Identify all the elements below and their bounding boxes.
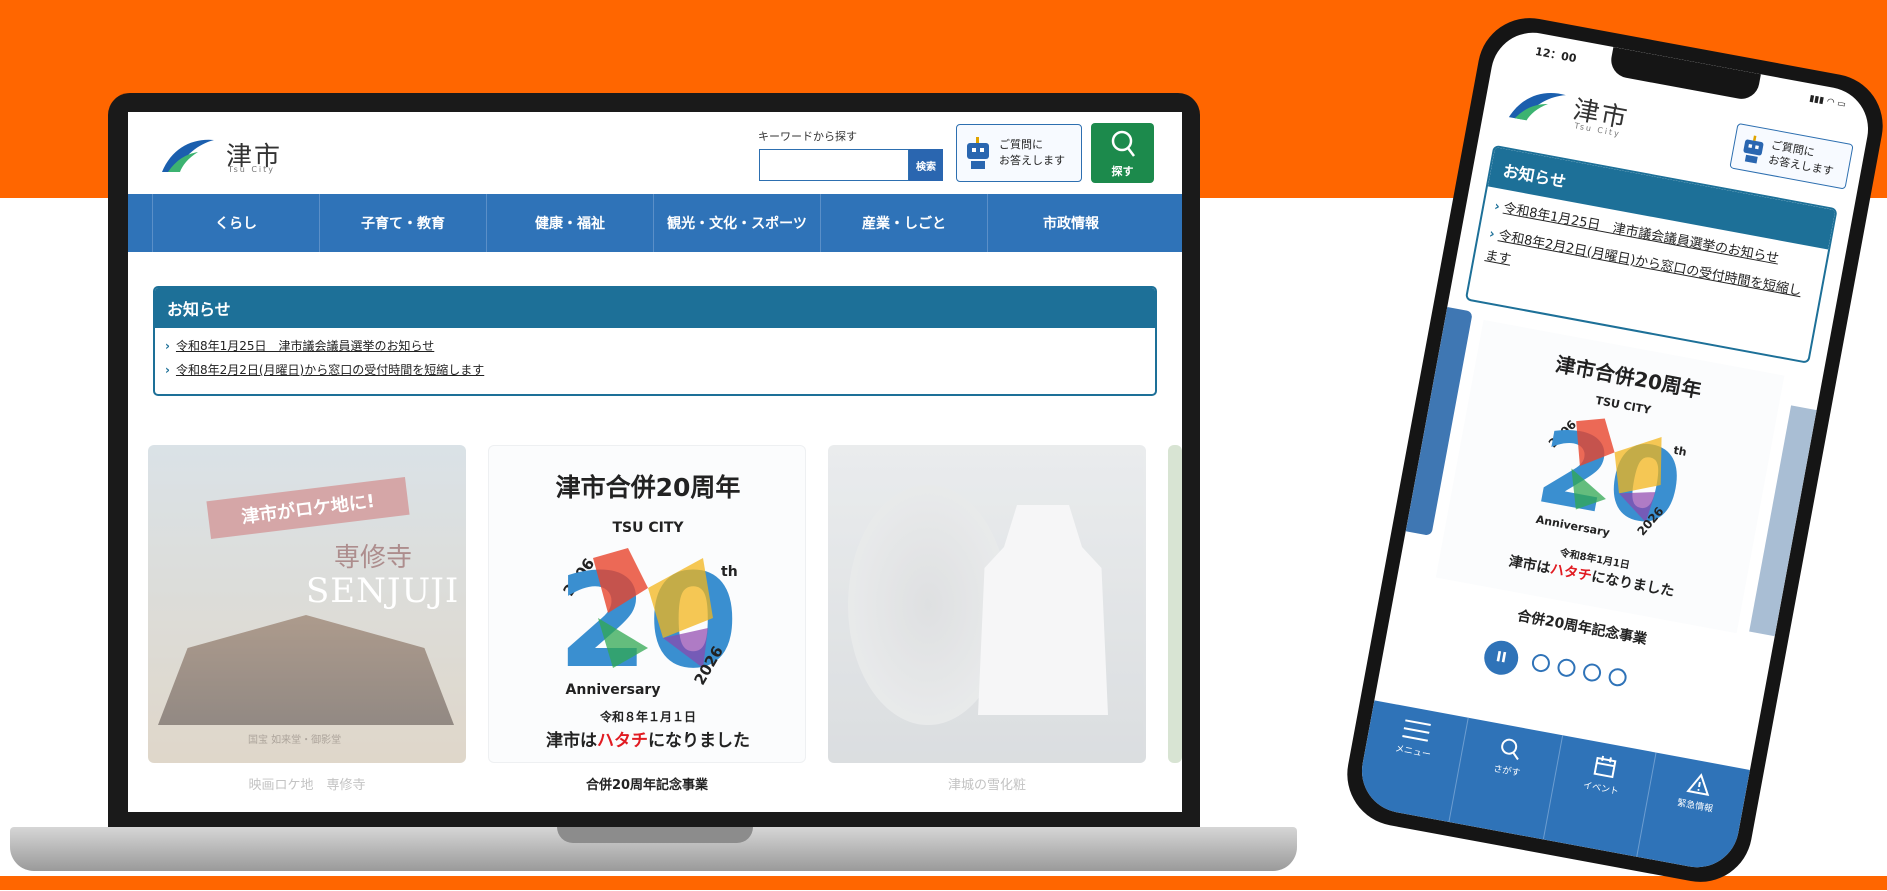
anniversary-20th-logo: TSU CITY 2006 20 th 2026 Anniversary [1529,394,1691,551]
robot-icon [1743,135,1764,164]
tab-search-label: さがす [1492,764,1521,780]
search-icon [1111,130,1135,157]
tab-events-label: イベント [1582,780,1620,798]
chevron-right-icon: › [165,363,170,377]
laptop-base-notch [557,827,753,843]
logo-th: th [1672,444,1687,459]
nav-item-industry-work[interactable]: 産業・しごと [820,194,987,252]
chatbot-button[interactable]: ご質問に お答えします [956,124,1082,182]
chevron-right-icon: › [1492,199,1502,215]
chevron-right-icon: › [165,339,170,353]
senjuji-roman: SENJUJI [306,571,460,611]
carousel-dot-1[interactable] [1530,652,1552,674]
carousel-dot-2[interactable] [1556,657,1577,679]
robot-icon [967,137,989,169]
global-nav: くらし 子育て・教育 健康・福祉 観光・文化・スポーツ 産業・しごと 市政情報 [128,194,1182,252]
city-logo-icon[interactable] [158,136,216,176]
nav-item-city-info[interactable]: 市政情報 [987,194,1154,252]
message-prefix: 津市は [1507,553,1552,578]
carousel-dot-4[interactable] [1607,666,1629,688]
nav-item-childcare-education[interactable]: 子育て・教育 [319,194,486,252]
nav-item-tourism-culture-sports[interactable]: 観光・文化・スポーツ [653,194,820,252]
search-label: キーワードから探す [758,130,857,143]
senjuji-banner: 津市がロケ地に! [206,476,410,540]
site-logo-subtitle: Tsu City [228,165,276,174]
notice-item: › 令和8年2月2日(月曜日)から窓口の受付時間を短縮します [165,360,1155,384]
card-caption-anniversary[interactable]: 合併20周年記念事業 [488,774,806,793]
carousel-card-next[interactable] [1168,445,1182,763]
search-icon [1501,738,1519,761]
notice-item: › 令和8年1月25日 津市議会議員選挙のお知らせ [165,336,1155,360]
carousel-pause-button[interactable]: II [1481,637,1522,678]
anniversary-title: 津市合併20周年 [555,473,741,502]
chatbot-line2: お答えします [999,154,1065,167]
chevron-right-icon: › [1487,226,1496,243]
laptop-screen: 津市 Tsu City キーワードから探す 検索 ご質問に お答えします 探す … [128,112,1182,812]
hamburger-menu-icon [1402,719,1432,742]
search-menu-label: 探す [1111,165,1134,178]
tab-emergency[interactable]: 緊急情報 [1636,752,1750,875]
calendar-icon [1593,755,1617,779]
carousel-card-anniversary[interactable]: 津市合併20周年 TSU CITY 2006 20 th 2026 Annive… [488,445,806,763]
search-menu-button[interactable]: 探す [1091,123,1154,183]
search-submit-button[interactable]: 検索 [909,149,943,181]
nav-item-health-welfare[interactable]: 健康・福祉 [486,194,653,252]
notice-title: お知らせ [155,288,1155,328]
senjuji-name: 専修寺 [334,543,413,573]
tab-emergency-label: 緊急情報 [1676,798,1714,815]
logo-tsu-city: TSU CITY [1595,394,1653,417]
message-hachi: ハタチ [1548,561,1593,585]
logo-anniversary: Anniversary [566,682,661,698]
phone-slide-anniversary[interactable]: 津市合併20周年 TSU CITY 2006 20 th 2026 Annive… [1435,319,1785,634]
signal-wifi-battery-icon: ▮▮▮ ◠ ▭ [1808,93,1847,111]
logo-th: th [721,564,738,580]
carousel-card-castle-snow[interactable] [828,445,1146,763]
message-prefix: 津市は [546,731,597,751]
castle-image [978,505,1108,715]
card-caption-castle-snow[interactable]: 津城の雪化粧 [828,774,1146,793]
carousel-card-senjuji[interactable]: 津市がロケ地に! 専修寺 SENJUJI 国宝 如来堂・御影堂 [148,445,466,763]
orange-footer-band [0,876,1887,890]
card-caption-senjuji[interactable]: 映画ロケ地 専修寺 [148,774,466,793]
logo-tsu-city: TSU CITY [612,520,684,536]
anniversary-message: 津市はハタチになりました [489,726,805,751]
message-hachi: ハタチ [597,731,648,751]
notice-link-election[interactable]: 令和8年1月25日 津市議会議員選挙のお知らせ [176,339,434,353]
senjuji-note: 国宝 如来堂・御影堂 [248,735,342,746]
temple-image [158,615,454,725]
city-logo-icon[interactable] [1504,81,1568,131]
phone-chatbot-button[interactable]: ご質問に お答えします [1729,122,1854,190]
anniversary-20th-logo: TSU CITY 2006 20 th 2026 Anniversary [558,520,739,698]
chatbot-line1: ご質問に [999,138,1043,151]
anniversary-date: 令和８年１月１日 [599,710,696,724]
notice-link-counter-hours[interactable]: 令和8年2月2日(月曜日)から窓口の受付時間を短縮します [176,363,484,377]
tab-menu-label: メニュー [1394,744,1432,761]
phone-clock: 12：00 [1534,44,1578,66]
message-suffix: になりました [648,731,750,751]
carousel-dot-3[interactable] [1581,662,1603,684]
notice-panel: お知らせ › 令和8年1月25日 津市議会議員選挙のお知らせ › 令和8年2月2日(… [153,286,1157,396]
search-input[interactable] [759,149,909,181]
warning-icon [1685,773,1709,796]
nav-item-living[interactable]: くらし [152,194,319,252]
